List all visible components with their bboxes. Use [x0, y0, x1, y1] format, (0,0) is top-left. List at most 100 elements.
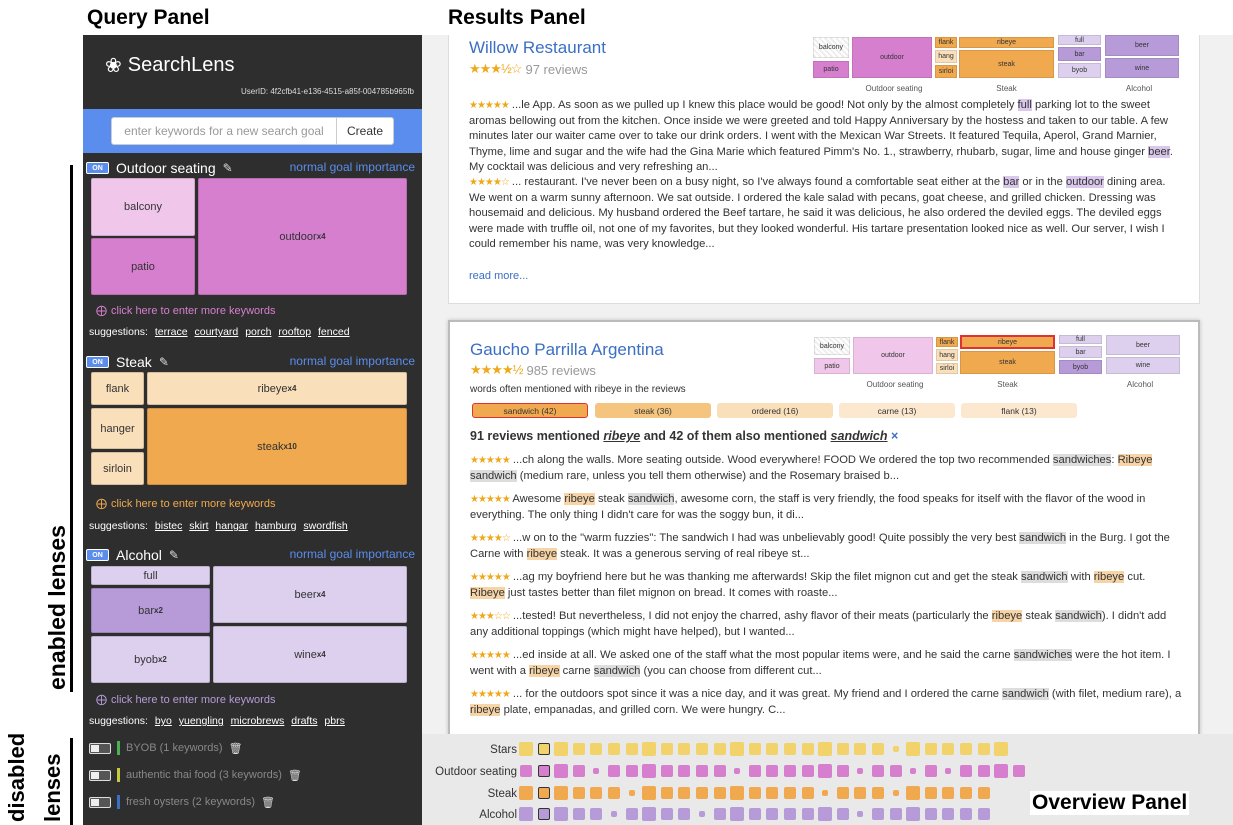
- mini-cell-patio[interactable]: patio: [814, 358, 850, 374]
- overview-square[interactable]: [713, 787, 726, 799]
- mini-cell-hanger[interactable]: hang: [935, 50, 957, 63]
- overview-square[interactable]: [519, 807, 533, 821]
- overview-square[interactable]: [678, 743, 691, 755]
- overview-square[interactable]: [748, 808, 761, 820]
- overview-square[interactable]: [872, 808, 884, 820]
- mini-cell-bar[interactable]: bar: [1059, 346, 1102, 358]
- overview-square[interactable]: [784, 765, 796, 777]
- overview-square[interactable]: [642, 807, 657, 821]
- overview-square[interactable]: [872, 765, 884, 777]
- mini-cell-beer[interactable]: beer: [1105, 35, 1179, 56]
- overview-square[interactable]: [857, 768, 864, 774]
- overview-square[interactable]: [608, 765, 620, 777]
- mini-cell-sirloin[interactable]: sirloi: [936, 363, 958, 374]
- overview-square[interactable]: [892, 790, 899, 796]
- mini-cell-full[interactable]: full: [1058, 35, 1101, 45]
- overview-square[interactable]: [836, 808, 849, 820]
- overview-square[interactable]: [608, 743, 620, 755]
- overview-square[interactable]: [537, 787, 550, 799]
- mini-cell-sirloin[interactable]: sirloi: [935, 65, 957, 78]
- suggestion-chip[interactable]: yuengling: [179, 715, 224, 727]
- overview-square[interactable]: [554, 807, 569, 821]
- overview-square[interactable]: [766, 743, 779, 755]
- trash-icon[interactable]: 🗑: [288, 769, 302, 782]
- pencil-icon[interactable]: ✎: [169, 548, 179, 562]
- overview-square[interactable]: [748, 743, 761, 755]
- mini-cell-bar[interactable]: bar: [1058, 47, 1101, 61]
- overview-square[interactable]: [960, 743, 972, 755]
- mini-cell-ribeye[interactable]: ribeye: [959, 37, 1054, 48]
- mini-cell-balcony[interactable]: balcony: [813, 37, 849, 58]
- overview-square[interactable]: [713, 765, 726, 777]
- keyword-cell-wine[interactable]: wine x4: [213, 626, 407, 683]
- keyword-cell-steak[interactable]: steak x10: [147, 408, 407, 485]
- overview-square[interactable]: [660, 743, 673, 755]
- mini-cell-outdoor[interactable]: outdoor: [852, 37, 932, 78]
- overview-square[interactable]: [730, 742, 745, 756]
- add-keywords-link[interactable]: ⨁ click here to enter more keywords: [96, 693, 275, 707]
- disabled-lens-thai[interactable]: authentic thai food (3 keywords) 🗑: [89, 768, 302, 782]
- suggestion-chip[interactable]: drafts: [291, 715, 317, 727]
- overview-square[interactable]: [713, 743, 726, 755]
- overview-square[interactable]: [766, 787, 779, 799]
- suggestion-chip[interactable]: hamburg: [255, 520, 296, 532]
- overview-square[interactable]: [942, 787, 955, 799]
- overview-square[interactable]: [642, 742, 657, 756]
- goal-importance-link[interactable]: normal goal importance: [290, 547, 415, 561]
- keyword-cell-patio[interactable]: patio: [91, 238, 195, 295]
- overview-square[interactable]: [960, 808, 972, 820]
- cooccurrence-chip[interactable]: carne (13): [839, 403, 955, 418]
- suggestion-chip[interactable]: terrace: [155, 326, 188, 338]
- overview-square[interactable]: [1012, 765, 1025, 777]
- restaurant-name-link[interactable]: Willow Restaurant: [469, 38, 606, 58]
- mini-cell-full[interactable]: full: [1059, 335, 1102, 344]
- create-goal-button[interactable]: Create: [337, 117, 394, 145]
- overview-square[interactable]: [590, 808, 603, 820]
- suggestion-chip[interactable]: swordfish: [303, 520, 347, 532]
- overview-square[interactable]: [590, 743, 603, 755]
- overview-square[interactable]: [734, 768, 741, 774]
- suggestion-chip[interactable]: hangar: [215, 520, 248, 532]
- lens-toggle-off[interactable]: [89, 742, 111, 754]
- overview-square[interactable]: [910, 768, 917, 774]
- lens-toggle[interactable]: ON: [86, 162, 109, 174]
- overview-square[interactable]: [942, 808, 955, 820]
- overview-square[interactable]: [554, 764, 569, 778]
- lens-toggle-off[interactable]: [89, 796, 111, 808]
- keyword-cell-balcony[interactable]: balcony: [91, 178, 195, 236]
- overview-square[interactable]: [801, 743, 814, 755]
- overview-square[interactable]: [519, 786, 533, 800]
- overview-square[interactable]: [822, 790, 829, 796]
- overview-square[interactable]: [818, 807, 833, 821]
- overview-square[interactable]: [889, 808, 902, 820]
- overview-square[interactable]: [945, 768, 952, 774]
- keyword-cell-sirloin[interactable]: sirloin: [91, 452, 144, 485]
- overview-square[interactable]: [660, 765, 673, 777]
- overview-square[interactable]: [784, 743, 796, 755]
- overview-square[interactable]: [713, 808, 726, 820]
- suggestion-chip[interactable]: fenced: [318, 326, 350, 338]
- add-keywords-link[interactable]: ⨁ click here to enter more keywords: [96, 497, 275, 511]
- lens-toggle[interactable]: ON: [86, 356, 109, 368]
- cooccurrence-chip[interactable]: flank (13): [961, 403, 1077, 418]
- mini-cell-flank[interactable]: flank: [935, 37, 957, 48]
- overview-square[interactable]: [892, 746, 899, 752]
- overview-square[interactable]: [784, 808, 796, 820]
- overview-square[interactable]: [942, 743, 955, 755]
- clear-filter-icon[interactable]: ×: [891, 429, 898, 443]
- overview-square[interactable]: [537, 743, 550, 755]
- overview-square[interactable]: [872, 787, 884, 799]
- keyword-cell-full[interactable]: full: [91, 566, 210, 585]
- suggestion-chip[interactable]: courtyard: [195, 326, 239, 338]
- suggestion-chip[interactable]: pbrs: [324, 715, 344, 727]
- overview-square[interactable]: [696, 765, 708, 777]
- overview-square[interactable]: [924, 808, 937, 820]
- overview-square[interactable]: [608, 787, 620, 799]
- overview-square[interactable]: [906, 786, 921, 800]
- overview-square[interactable]: [994, 764, 1009, 778]
- overview-square[interactable]: [977, 787, 990, 799]
- overview-square[interactable]: [994, 742, 1009, 756]
- overview-square[interactable]: [520, 765, 532, 777]
- overview-square[interactable]: [554, 786, 569, 800]
- add-keywords-link[interactable]: ⨁ click here to enter more keywords: [96, 304, 275, 318]
